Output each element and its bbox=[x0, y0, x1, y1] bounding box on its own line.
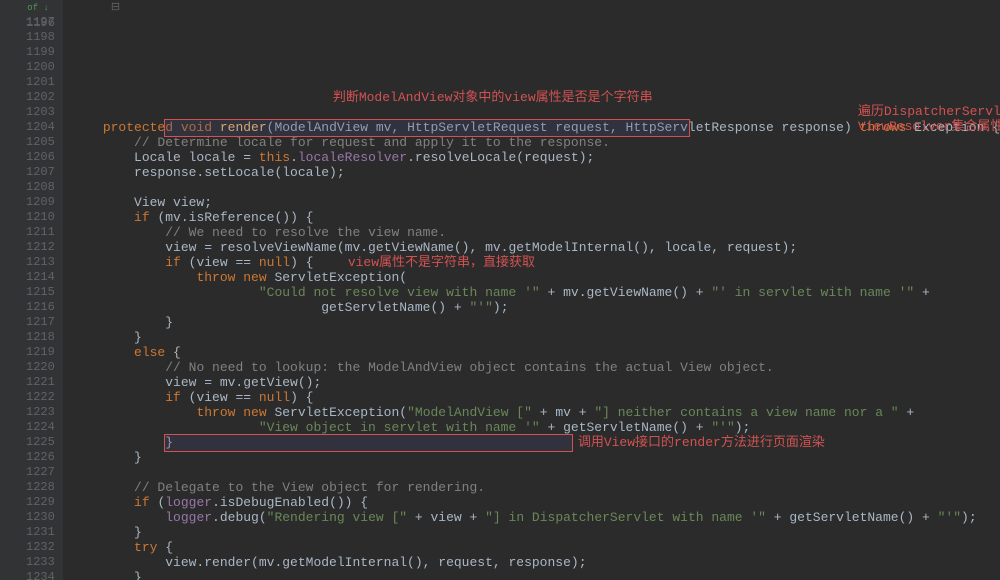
line-number: 1203 bbox=[8, 105, 55, 120]
line-number: 1215 bbox=[8, 285, 55, 300]
code-line[interactable]: view = mv.getView(); bbox=[103, 375, 1000, 390]
line-number: of ↓ 1196 bbox=[8, 0, 55, 15]
code-line[interactable]: logger.debug("Rendering view [" + view +… bbox=[103, 510, 1000, 525]
code-line[interactable] bbox=[103, 465, 1000, 480]
line-number: 1212 bbox=[8, 240, 55, 255]
code-line[interactable]: response.setLocale(locale); bbox=[103, 165, 1000, 180]
line-number: 1225 bbox=[8, 435, 55, 450]
annotation-text: 判断ModelAndView对象中的view属性是否是个字符串 bbox=[333, 90, 653, 105]
line-number: 1207 bbox=[8, 165, 55, 180]
line-number: 1226 bbox=[8, 450, 55, 465]
line-number: 1199 bbox=[8, 45, 55, 60]
line-number: 1234 bbox=[8, 570, 55, 580]
line-number: 1220 bbox=[8, 360, 55, 375]
code-line[interactable]: view.render(mv.getModelInternal(), reque… bbox=[103, 555, 1000, 570]
code-area[interactable]: protected void render(ModelAndView mv, H… bbox=[63, 0, 1000, 580]
code-line[interactable] bbox=[103, 180, 1000, 195]
code-line[interactable]: } bbox=[103, 525, 1000, 540]
line-number: 1222 bbox=[8, 390, 55, 405]
line-number: 1233 bbox=[8, 555, 55, 570]
code-line[interactable]: } bbox=[103, 570, 1000, 580]
code-line[interactable]: if (view == null) { bbox=[103, 390, 1000, 405]
line-number: 1197 bbox=[8, 15, 55, 30]
line-number: 1221 bbox=[8, 375, 55, 390]
code-line[interactable]: } bbox=[103, 435, 1000, 450]
code-line[interactable]: throw new ServletException( bbox=[103, 270, 1000, 285]
code-line[interactable]: try { bbox=[103, 540, 1000, 555]
code-line[interactable]: } bbox=[103, 330, 1000, 345]
line-number: 1204 bbox=[8, 120, 55, 135]
line-number: 1224 bbox=[8, 420, 55, 435]
code-line[interactable]: view = resolveViewName(mv.getViewName(),… bbox=[103, 240, 1000, 255]
line-number: 1223 bbox=[8, 405, 55, 420]
code-line[interactable]: // We need to resolve the view name. bbox=[103, 225, 1000, 240]
line-number: 1205 bbox=[8, 135, 55, 150]
gutter: of ↓ 11961197119811991200120112021203120… bbox=[0, 0, 63, 580]
code-line[interactable]: protected void render(ModelAndView mv, H… bbox=[103, 120, 1000, 135]
line-number: 1228 bbox=[8, 480, 55, 495]
line-number: 1231 bbox=[8, 525, 55, 540]
code-line[interactable]: getServletName() + "'"); bbox=[103, 300, 1000, 315]
line-number: 1200 bbox=[8, 60, 55, 75]
line-number: 1213 bbox=[8, 255, 55, 270]
line-number: 1208 bbox=[8, 180, 55, 195]
code-line[interactable]: else { bbox=[103, 345, 1000, 360]
code-line[interactable]: // No need to lookup: the ModelAndView o… bbox=[103, 360, 1000, 375]
code-line[interactable]: Locale locale = this.localeResolver.reso… bbox=[103, 150, 1000, 165]
line-number: 1209 bbox=[8, 195, 55, 210]
code-editor[interactable]: of ↓ 11961197119811991200120112021203120… bbox=[0, 0, 1000, 580]
line-number: 1198 bbox=[8, 30, 55, 45]
code-line[interactable]: if (mv.isReference()) { bbox=[103, 210, 1000, 225]
line-number: 1229 bbox=[8, 495, 55, 510]
code-line[interactable]: // Delegate to the View object for rende… bbox=[103, 480, 1000, 495]
code-line[interactable]: } bbox=[103, 450, 1000, 465]
line-number: 1211 bbox=[8, 225, 55, 240]
line-number: 1230 bbox=[8, 510, 55, 525]
fold-indicator-icon[interactable]: ⊟ bbox=[111, 1, 120, 16]
code-line[interactable]: if (logger.isDebugEnabled()) { bbox=[103, 495, 1000, 510]
line-number: 1232 bbox=[8, 540, 55, 555]
line-number: 1206 bbox=[8, 150, 55, 165]
line-number: 1201 bbox=[8, 75, 55, 90]
line-number: 1216 bbox=[8, 300, 55, 315]
code-line[interactable]: if (view == null) { bbox=[103, 255, 1000, 270]
annotation-text: 遍历DispatcherServlet中的 bbox=[858, 104, 1000, 119]
line-number: 1217 bbox=[8, 315, 55, 330]
line-number: 1219 bbox=[8, 345, 55, 360]
line-number: 1227 bbox=[8, 465, 55, 480]
code-line[interactable]: } bbox=[103, 315, 1000, 330]
code-line[interactable]: // Determine locale for request and appl… bbox=[103, 135, 1000, 150]
line-number: 1210 bbox=[8, 210, 55, 225]
code-line[interactable]: View view; bbox=[103, 195, 1000, 210]
code-line[interactable]: "Could not resolve view with name '" + m… bbox=[103, 285, 1000, 300]
line-number: 1202 bbox=[8, 90, 55, 105]
line-number: 1218 bbox=[8, 330, 55, 345]
code-line[interactable]: "View object in servlet with name '" + g… bbox=[103, 420, 1000, 435]
code-line[interactable]: throw new ServletException("ModelAndView… bbox=[103, 405, 1000, 420]
line-number: 1214 bbox=[8, 270, 55, 285]
